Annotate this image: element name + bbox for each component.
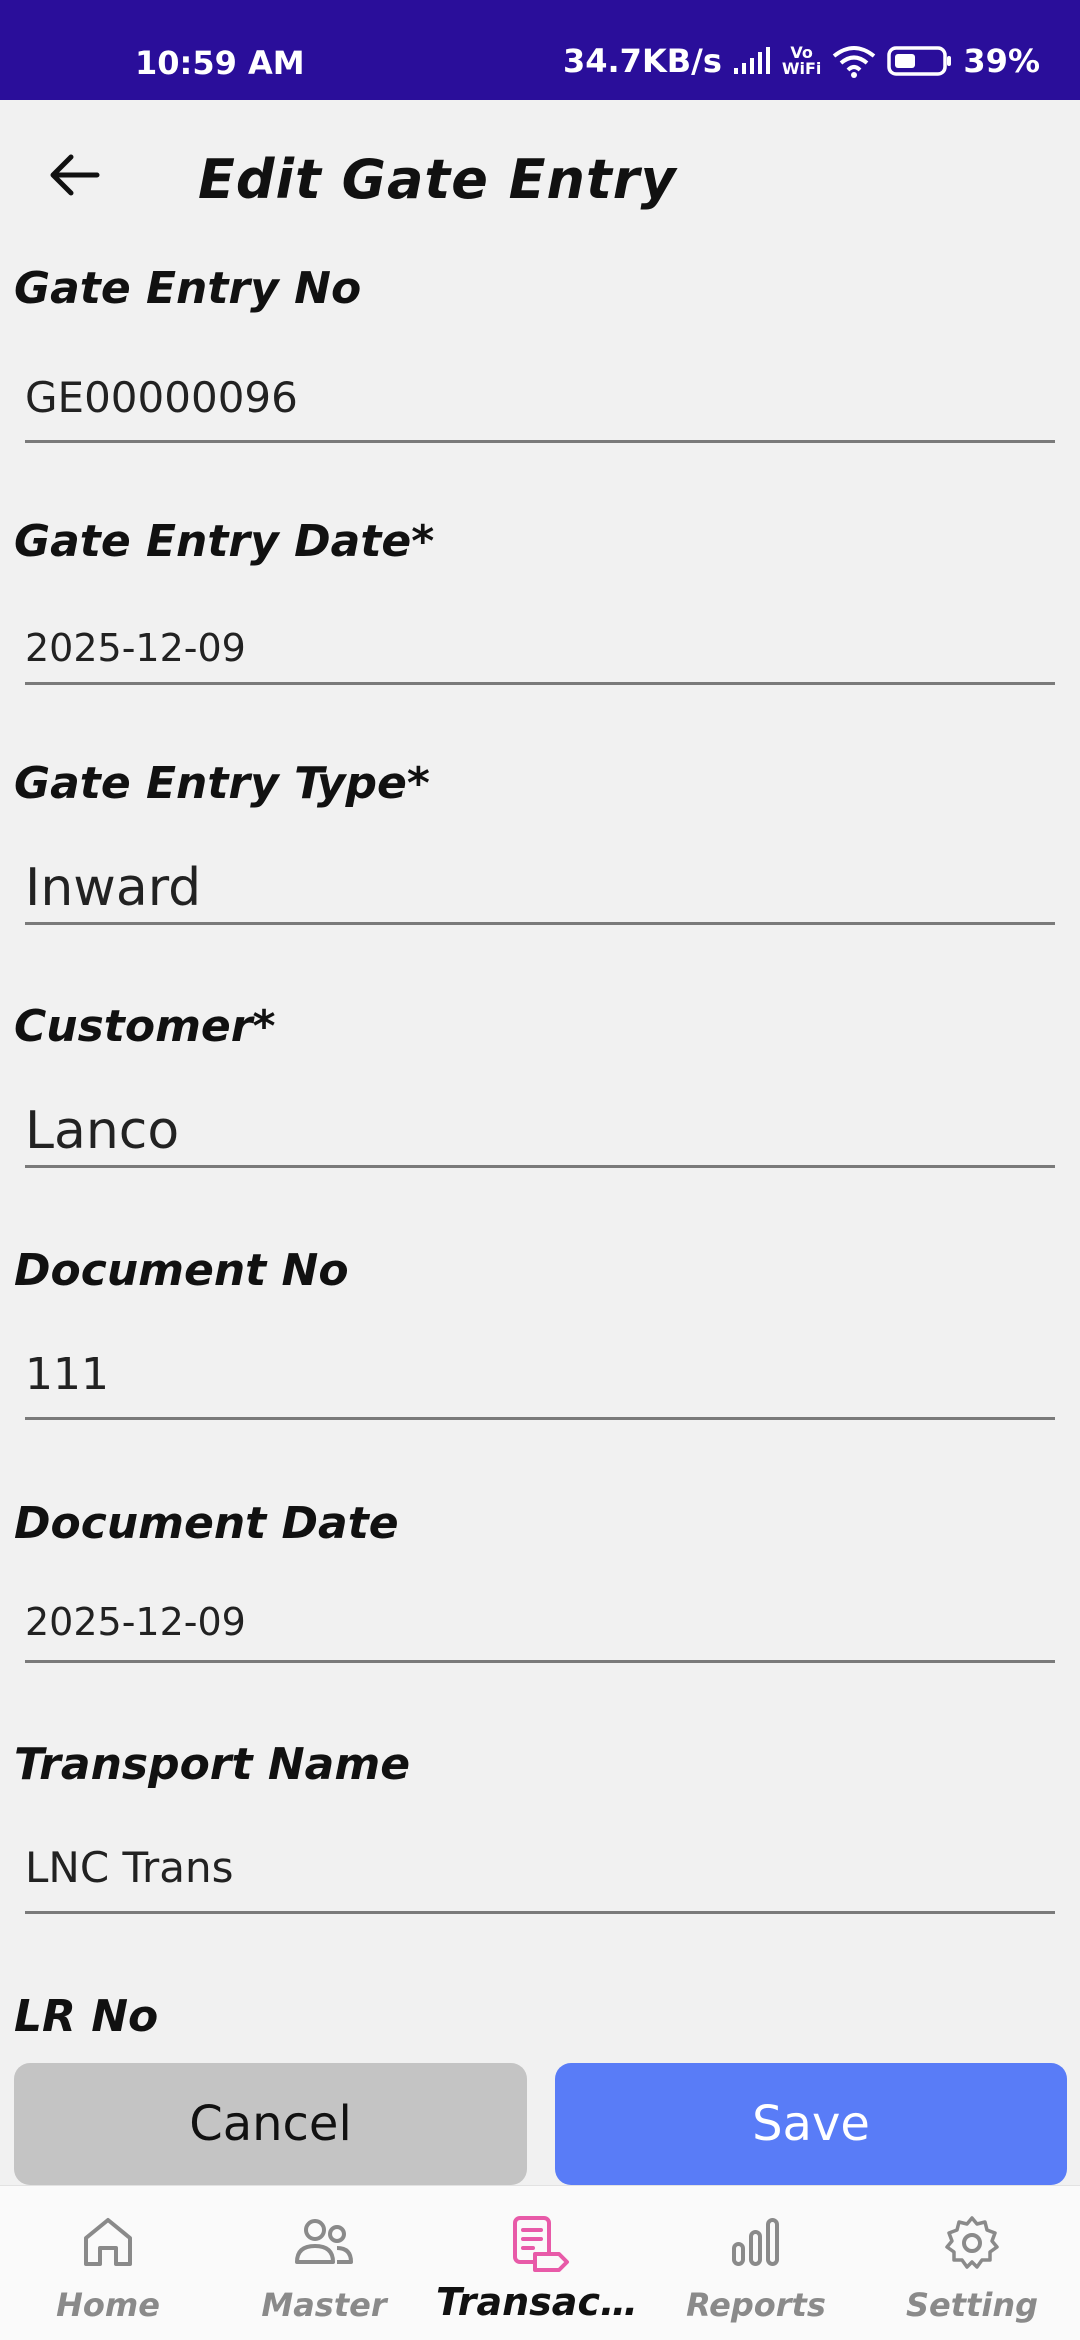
nav-label: Reports	[686, 2286, 826, 2324]
network-speed: 34.7KB/s	[562, 42, 722, 80]
nav-label: Transactio...	[436, 2280, 648, 2324]
transaction-icon	[513, 2216, 569, 2272]
gear-icon	[945, 2216, 999, 2269]
save-button[interactable]: Save	[555, 2063, 1067, 2185]
field-label: Document No	[14, 1245, 349, 1296]
vowifi-indicator: Vo WiFi	[782, 45, 822, 77]
field-underline	[25, 1165, 1055, 1168]
gate-entry-type-select[interactable]: Inward	[25, 858, 201, 918]
app-bar: Edit Gate Entry	[0, 100, 1080, 260]
field-label: Gate Entry No	[14, 263, 362, 314]
status-time: 10:59 AM	[135, 44, 305, 82]
field-underline	[25, 1417, 1055, 1420]
nav-label: Home	[56, 2286, 160, 2324]
nav-item-reports[interactable]: Reports	[648, 2186, 864, 2340]
vowifi-bottom: WiFi	[781, 59, 822, 78]
cancel-button[interactable]: Cancel	[14, 2063, 527, 2185]
field-underline	[25, 682, 1055, 685]
gate-entry-date-input[interactable]: 2025-12-09	[25, 626, 246, 670]
field-underline	[25, 440, 1055, 443]
battery-level: 39%	[963, 42, 1040, 80]
page-title: Edit Gate Entry	[198, 148, 677, 211]
transport-name-input[interactable]: LNC Trans	[25, 1843, 233, 1892]
document-date-input[interactable]: 2025-12-09	[25, 1600, 246, 1644]
gate-entry-no-input[interactable]: GE00000096	[25, 373, 298, 422]
nav-item-master[interactable]: Master	[216, 2186, 432, 2340]
field-label: Gate Entry Date*	[14, 516, 435, 567]
document-no-input[interactable]: 111	[25, 1349, 109, 1400]
field-label: Document Date	[14, 1498, 399, 1549]
field-underline	[25, 1660, 1055, 1663]
home-icon	[84, 2218, 132, 2266]
back-button[interactable]	[40, 140, 110, 210]
field-underline	[25, 922, 1055, 925]
nav-item-transactions[interactable]: Transactio...	[432, 2186, 648, 2340]
signal-icon	[732, 46, 772, 76]
wifi-icon	[831, 44, 877, 78]
bottom-nav: Home Master Transactio... Reports	[0, 2185, 1080, 2340]
nav-label: Master	[261, 2286, 387, 2324]
field-label: Transport Name	[14, 1739, 411, 1790]
field-label: Gate Entry Type*	[14, 758, 430, 809]
users-icon	[295, 2219, 353, 2264]
bar-chart-icon	[732, 2218, 779, 2266]
field-label: Customer*	[14, 1001, 276, 1052]
status-bar: 10:59 AM 34.7KB/s Vo WiFi 39%	[0, 0, 1080, 100]
customer-select[interactable]: Lanco	[25, 1101, 179, 1161]
status-indicators: 34.7KB/s Vo WiFi 39%	[563, 42, 1040, 80]
nav-label: Setting	[906, 2286, 1038, 2324]
nav-item-setting[interactable]: Setting	[864, 2186, 1080, 2340]
field-underline	[25, 1911, 1055, 1914]
nav-item-home[interactable]: Home	[0, 2186, 216, 2340]
field-label: LR No	[14, 1991, 159, 2042]
arrow-left-icon	[50, 154, 100, 196]
battery-icon	[887, 45, 953, 77]
